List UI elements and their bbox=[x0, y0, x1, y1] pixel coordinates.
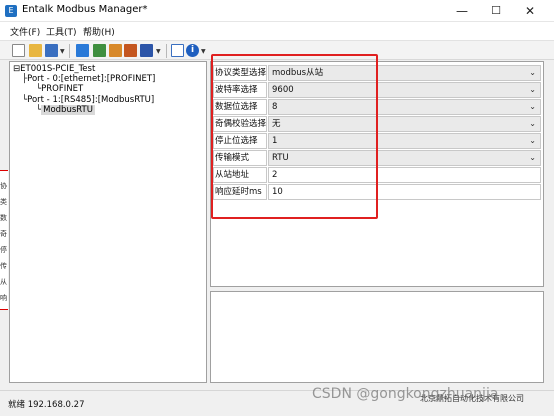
strip-char: 协 bbox=[0, 182, 7, 190]
strip-char: 从 bbox=[0, 278, 7, 286]
info-dropdown-icon[interactable]: ▼ bbox=[201, 48, 206, 55]
close-button[interactable]: ✕ bbox=[514, 0, 546, 22]
title-bar: E Entalk Modbus Manager* — ☐ ✕ bbox=[0, 0, 554, 22]
status-text: 就绪 192.168.0.27 bbox=[8, 400, 85, 410]
menu-bar: 文件(F) 工具(T) 帮助(H) bbox=[0, 22, 554, 40]
tree-item-port0-label: Port - 0:[ethernet]:[PROFINET] bbox=[27, 74, 156, 84]
strip-char: 奇 bbox=[0, 230, 7, 238]
tree-item-port1[interactable]: └Port - 1:[RS485]:[ModbusRTU] bbox=[22, 95, 154, 105]
minimize-button[interactable]: — bbox=[446, 0, 478, 22]
add-device-icon[interactable] bbox=[76, 44, 89, 57]
window-title: Entalk Modbus Manager* bbox=[22, 4, 148, 15]
tree-item-profinet[interactable]: └PROFINET bbox=[36, 84, 83, 94]
tree-root[interactable]: ⊟ET001S-PCIE_Test bbox=[13, 64, 95, 74]
menu-help[interactable]: 帮助(H) bbox=[83, 25, 115, 38]
download-icon[interactable] bbox=[124, 44, 137, 57]
watermark: CSDN @gongkongzhuanjia bbox=[312, 386, 499, 402]
save-icon[interactable] bbox=[45, 44, 58, 57]
device-tree: ⊟ET001S-PCIE_Test ├Port - 0:[ethernet]:[… bbox=[9, 61, 207, 383]
highlight-annotation bbox=[211, 54, 378, 219]
chevron-down-icon[interactable]: ⌄ bbox=[529, 66, 536, 80]
strip-char: 数 bbox=[0, 214, 7, 222]
toolbar-separator bbox=[69, 44, 70, 58]
tree-item-modbusrtu[interactable]: └ ModbusRTU bbox=[36, 105, 95, 115]
info-icon[interactable]: i bbox=[186, 44, 199, 57]
app-icon: E bbox=[5, 5, 17, 17]
output-panel bbox=[210, 291, 544, 383]
strip-char: 响 bbox=[0, 294, 7, 302]
chevron-down-icon[interactable]: ⌄ bbox=[529, 100, 536, 114]
tree-item-modbusrtu-label: ModbusRTU bbox=[41, 105, 95, 115]
toolbar-separator bbox=[166, 44, 167, 58]
strip-char: 停 bbox=[0, 246, 7, 254]
tree-item-port0[interactable]: ├Port - 0:[ethernet]:[PROFINET] bbox=[22, 74, 155, 84]
menu-tools[interactable]: 工具(T) bbox=[46, 25, 77, 38]
chevron-down-icon[interactable]: ⌄ bbox=[529, 83, 536, 97]
settings-icon[interactable] bbox=[171, 44, 184, 57]
tree-root-label: ET001S-PCIE_Test bbox=[20, 64, 96, 74]
strip-char: 类 bbox=[0, 198, 7, 206]
chevron-down-icon[interactable]: ⌄ bbox=[529, 134, 536, 148]
add-port-icon[interactable] bbox=[93, 44, 106, 57]
tree-item-profinet-label: PROFINET bbox=[41, 84, 84, 94]
menu-file[interactable]: 文件(F) bbox=[10, 25, 40, 38]
strip-char: 传 bbox=[0, 262, 7, 270]
chevron-down-icon[interactable]: ⌄ bbox=[529, 151, 536, 165]
left-cropped-panel: 协 类 数 奇 停 传 从 响 bbox=[0, 170, 8, 310]
new-file-icon[interactable] bbox=[12, 44, 25, 57]
config-dropdown-icon[interactable]: ▼ bbox=[156, 48, 161, 55]
save-dropdown-icon[interactable]: ▼ bbox=[60, 48, 65, 55]
chevron-down-icon[interactable]: ⌄ bbox=[529, 117, 536, 131]
upload-icon[interactable] bbox=[109, 44, 122, 57]
tree-item-port1-label: Port - 1:[RS485]:[ModbusRTU] bbox=[27, 95, 155, 105]
maximize-button[interactable]: ☐ bbox=[480, 0, 512, 22]
config-icon[interactable] bbox=[140, 44, 153, 57]
open-folder-icon[interactable] bbox=[29, 44, 42, 57]
